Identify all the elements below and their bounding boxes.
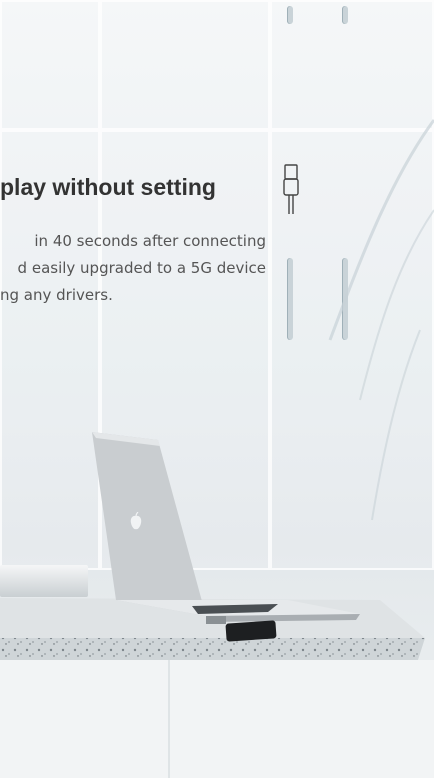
lower-cabinet	[0, 660, 434, 778]
background-scene	[0, 0, 434, 778]
apple-logo-icon	[130, 512, 142, 530]
book-stack	[0, 565, 88, 597]
feature-description: in 40 seconds after connecting d easily …	[0, 228, 266, 309]
usb-cable-icon	[283, 164, 299, 214]
description-line: in 40 seconds after connecting	[34, 232, 266, 250]
lower-cabinet-gap	[168, 660, 170, 778]
description-line: ng any drivers.	[0, 286, 113, 304]
usb-connector	[206, 616, 226, 624]
laptop	[92, 432, 360, 622]
feature-headline: play without setting	[0, 174, 216, 200]
usb-dongle	[225, 620, 277, 642]
description-line: d easily upgraded to a 5G device	[17, 259, 266, 277]
